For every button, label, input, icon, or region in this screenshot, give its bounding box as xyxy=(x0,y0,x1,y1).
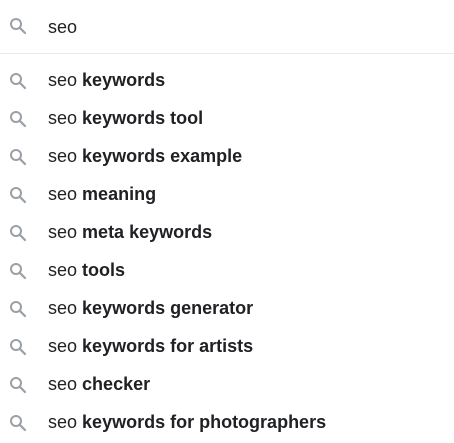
search-input[interactable] xyxy=(48,13,428,41)
search-box[interactable] xyxy=(0,0,454,54)
suggestion-completion: keywords for artists xyxy=(82,336,254,356)
suggestion-text: seo checker xyxy=(48,373,150,395)
suggestion-item[interactable]: seo keywords tool xyxy=(0,99,454,137)
search-icon xyxy=(9,148,27,166)
search-icon xyxy=(9,186,27,204)
suggestion-text: seo keywords tool xyxy=(48,107,203,129)
suggestion-item[interactable]: seo tools xyxy=(0,251,454,289)
search-icon xyxy=(9,300,27,318)
suggestion-item[interactable]: seo keywords for artists xyxy=(0,327,454,365)
suggestion-completion: tools xyxy=(82,260,126,280)
suggestion-text: seo meaning xyxy=(48,183,156,205)
suggestion-completion: keywords example xyxy=(82,146,243,166)
search-icon xyxy=(9,110,27,128)
suggestion-completion: keywords xyxy=(82,70,166,90)
search-icon xyxy=(9,338,27,356)
suggestion-item[interactable]: seo keywords example xyxy=(0,137,454,175)
suggestion-prefix: seo xyxy=(48,298,78,318)
suggestion-text: seo keywords xyxy=(48,69,165,91)
suggestion-list: seo keywords seo keywords tool seo keywo… xyxy=(0,61,454,441)
search-icon xyxy=(9,72,27,90)
suggestion-completion: keywords tool xyxy=(82,108,204,128)
suggestion-item[interactable]: seo keywords for photographers xyxy=(0,403,454,441)
suggestion-completion: keywords generator xyxy=(82,298,254,318)
suggestion-text: seo tools xyxy=(48,259,125,281)
suggestion-completion: meaning xyxy=(82,184,157,204)
suggestion-prefix: seo xyxy=(48,184,78,204)
search-icon xyxy=(9,17,27,35)
suggestion-item[interactable]: seo checker xyxy=(0,365,454,403)
suggestion-prefix: seo xyxy=(48,146,78,166)
suggestion-prefix: seo xyxy=(48,336,78,356)
suggestion-text: seo meta keywords xyxy=(48,221,212,243)
suggestion-item[interactable]: seo keywords generator xyxy=(0,289,454,327)
suggestion-text: seo keywords for photographers xyxy=(48,411,326,433)
search-icon xyxy=(9,376,27,394)
suggestion-item[interactable]: seo meta keywords xyxy=(0,213,454,251)
suggestion-prefix: seo xyxy=(48,222,78,242)
suggestion-prefix: seo xyxy=(48,374,78,394)
suggestion-text: seo keywords generator xyxy=(48,297,253,319)
suggestion-prefix: seo xyxy=(48,412,78,432)
search-icon xyxy=(9,262,27,280)
suggestion-completion: meta keywords xyxy=(82,222,213,242)
suggestion-item[interactable]: seo meaning xyxy=(0,175,454,213)
suggestion-prefix: seo xyxy=(48,260,78,280)
search-icon xyxy=(9,224,27,242)
suggestion-prefix: seo xyxy=(48,108,78,128)
suggestion-prefix: seo xyxy=(48,70,78,90)
suggestion-item[interactable]: seo keywords xyxy=(0,61,454,99)
suggestion-text: seo keywords example xyxy=(48,145,242,167)
search-icon xyxy=(9,414,27,432)
suggestion-text: seo keywords for artists xyxy=(48,335,253,357)
suggestion-completion: checker xyxy=(82,374,151,394)
suggestion-completion: keywords for photographers xyxy=(82,412,327,432)
